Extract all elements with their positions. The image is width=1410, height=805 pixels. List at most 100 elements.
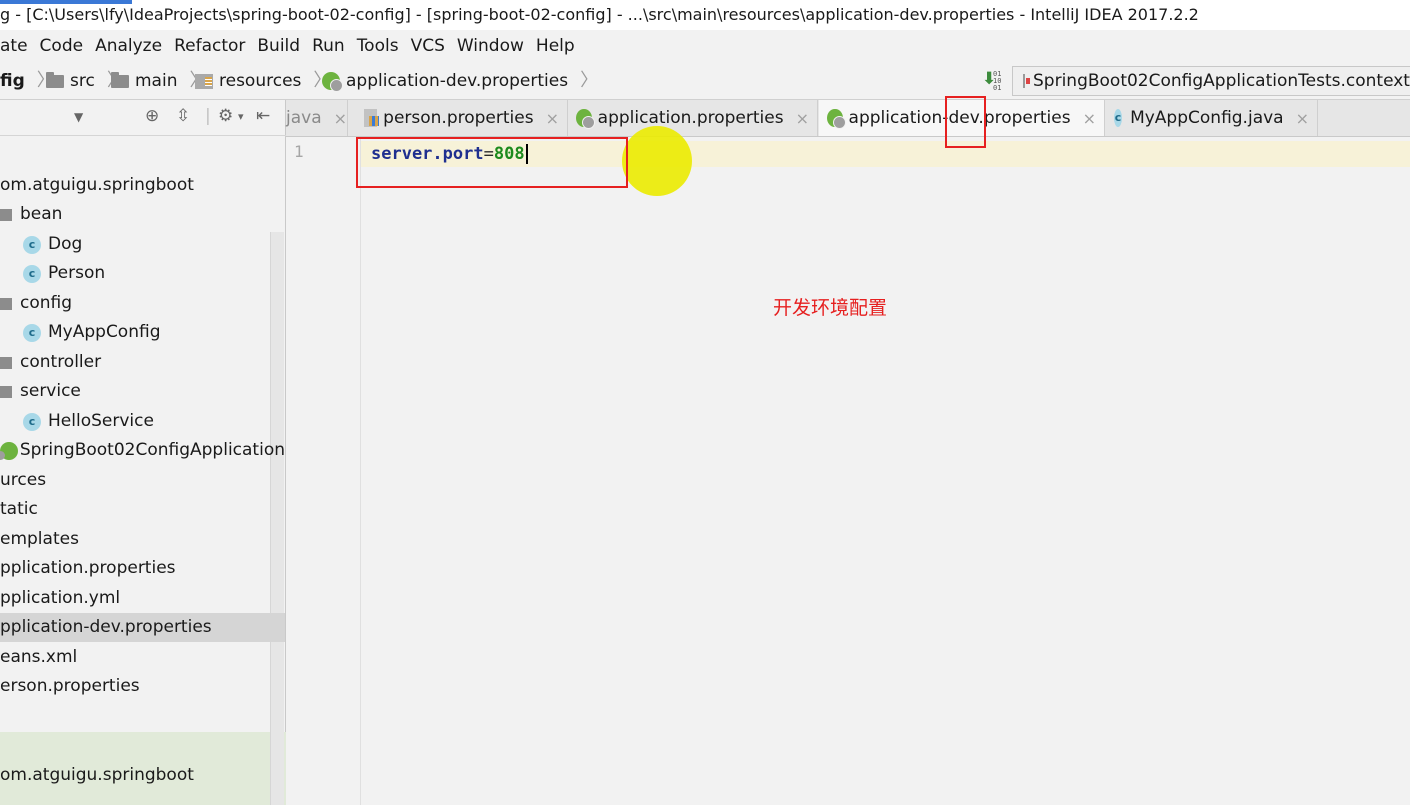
tree-row-label: bean [20,204,63,224]
breadcrumb-project-label: fig [0,71,25,91]
tab-label: java [286,108,322,128]
project-toolbar: ▼ ⊕ ⇳ | ⚙ ▾ ⇤ [0,100,286,136]
tree-row-label: controller [20,352,102,372]
spring-application-icon [0,441,18,460]
tab-person-properties[interactable]: person.properties × [356,100,568,136]
spring-file-icon [576,109,595,129]
title-selection-highlight [0,0,132,4]
menu-help[interactable]: Help [530,30,581,62]
breadcrumb-resources-label: resources [219,71,302,91]
breadcrumb-main[interactable]: main 〉 [111,62,207,100]
tab-java[interactable]: java × [286,100,348,136]
annotation-box-dev-suffix [945,96,986,148]
class-icon: c [23,412,41,431]
tree-row-label: pplication.properties [0,558,176,578]
tree-row-package[interactable]: om.atguigu.springboot [0,171,285,200]
tab-label: application.properties [597,108,784,128]
sort-binary-icon[interactable]: ⬇ 01 10 01 [980,68,1006,94]
package-folder-icon [0,208,12,221]
tree-row-label: Person [48,263,106,283]
tab-label: MyAppConfig.java [1130,108,1284,128]
package-folder-icon [0,297,12,310]
tree-row-label: service [20,381,81,401]
tree-row-service[interactable]: service [0,377,285,406]
tree-row-label: MyAppConfig [48,322,161,342]
line-number: 1 [294,142,304,161]
tree-row-config[interactable]: config [0,289,285,318]
annotation-note: 开发环境配置 [773,297,888,319]
menu-code[interactable]: Code [34,30,90,62]
close-icon[interactable]: × [1083,109,1096,128]
tree-row-resources[interactable]: urces [0,466,285,495]
close-icon[interactable]: × [796,109,809,128]
breadcrumb-main-label: main [135,71,178,91]
view-dropdown-icon[interactable]: ▼ [74,110,83,124]
close-icon[interactable]: × [546,109,559,128]
tree-row-static[interactable]: tatic [0,495,285,524]
tree-row-label: eans.xml [0,647,78,667]
gear-dropdown-icon[interactable]: ▾ [238,110,244,123]
tree-row-label: SpringBoot02ConfigApplication [19,440,285,460]
menu-window[interactable]: Window [451,30,530,62]
hide-panel-icon[interactable]: ⇤ [256,106,270,126]
tree-row-application-properties[interactable]: pplication.properties [0,554,285,583]
close-icon[interactable]: × [1296,109,1309,128]
menu-build[interactable]: Build [251,30,306,62]
tree-row-label: emplates [0,529,79,549]
tree-row-test-package[interactable]: om.atguigu.springboot [0,761,285,790]
menu-analyze[interactable]: Analyze [89,30,168,62]
menu-refactor[interactable]: Refactor [168,30,251,62]
tree-row-label: HelloService [48,411,154,431]
run-configuration-selector[interactable]: SpringBoot02ConfigApplicationTests.conte… [1012,66,1410,96]
tab-application-properties[interactable]: application.properties × [568,100,818,136]
class-icon: c [1114,109,1123,127]
tree-row-label: Dog [48,234,83,254]
gear-icon[interactable]: ⚙ [218,106,233,126]
folder-icon [46,71,64,88]
menu-tools[interactable]: Tools [351,30,405,62]
navigation-bar: fig 〉 src 〉 main 〉 resources 〉 applicati… [0,62,1410,100]
tab-label: person.properties [383,108,534,128]
tree-row-label: pplication-dev.properties [0,617,212,637]
spring-file-icon [322,72,343,92]
junit-config-icon [1023,74,1030,88]
tree-row-dog[interactable]: c Dog [0,230,285,259]
menu-run[interactable]: Run [306,30,351,62]
tree-row-label: tatic [0,499,38,519]
tree-row-beans-xml[interactable]: eans.xml [0,643,285,672]
line-number-gutter: 1 [286,137,361,805]
editor-area[interactable] [362,137,1410,805]
tree-row-helloservice[interactable]: c HelloService [0,407,285,436]
tab-myappconfig-java[interactable]: c MyAppConfig.java × [1106,100,1318,136]
close-icon[interactable]: × [334,109,347,128]
scroll-from-source-icon[interactable]: ⊕ [145,106,159,126]
folder-icon [111,71,129,88]
package-folder-icon [0,385,12,398]
resources-folder-icon [195,73,213,89]
menu-vcs[interactable]: VCS [405,30,451,62]
class-icon: c [23,264,41,283]
tree-row-templates[interactable]: emplates [0,525,285,554]
tree-row-bean[interactable]: bean [0,200,285,229]
tree-row-controller[interactable]: controller [0,348,285,377]
tree-row-application-yml[interactable]: pplication.yml [0,584,285,613]
editor-tab-bar: java × person.properties × application.p… [286,100,1410,137]
menu-navigate[interactable]: ate [0,30,34,62]
tree-row-label: urces [0,470,47,490]
package-folder-icon [0,356,12,369]
chevron-right-icon: 〉 [580,70,599,91]
breadcrumb-resources[interactable]: resources 〉 [195,62,331,100]
tree-row-application-dev-properties[interactable]: pplication-dev.properties [0,613,285,642]
class-icon: c [23,323,41,342]
run-configuration-label: SpringBoot02ConfigApplicationTests.conte… [1033,71,1410,91]
tree-row-label: pplication.yml [0,588,121,608]
tree-row-person[interactable]: c Person [0,259,285,288]
collapse-all-icon[interactable]: ⇳ [176,106,190,126]
tree-row-myappconfig[interactable]: c MyAppConfig [0,318,285,347]
spring-file-icon [827,109,845,129]
breadcrumb-file[interactable]: application-dev.properties 〉 [322,62,598,100]
annotation-box-code [356,137,628,188]
tree-row-label: erson.properties [0,676,140,696]
tree-row-person-properties[interactable]: erson.properties [0,672,285,701]
tree-row-application[interactable]: SpringBoot02ConfigApplication [0,436,285,465]
